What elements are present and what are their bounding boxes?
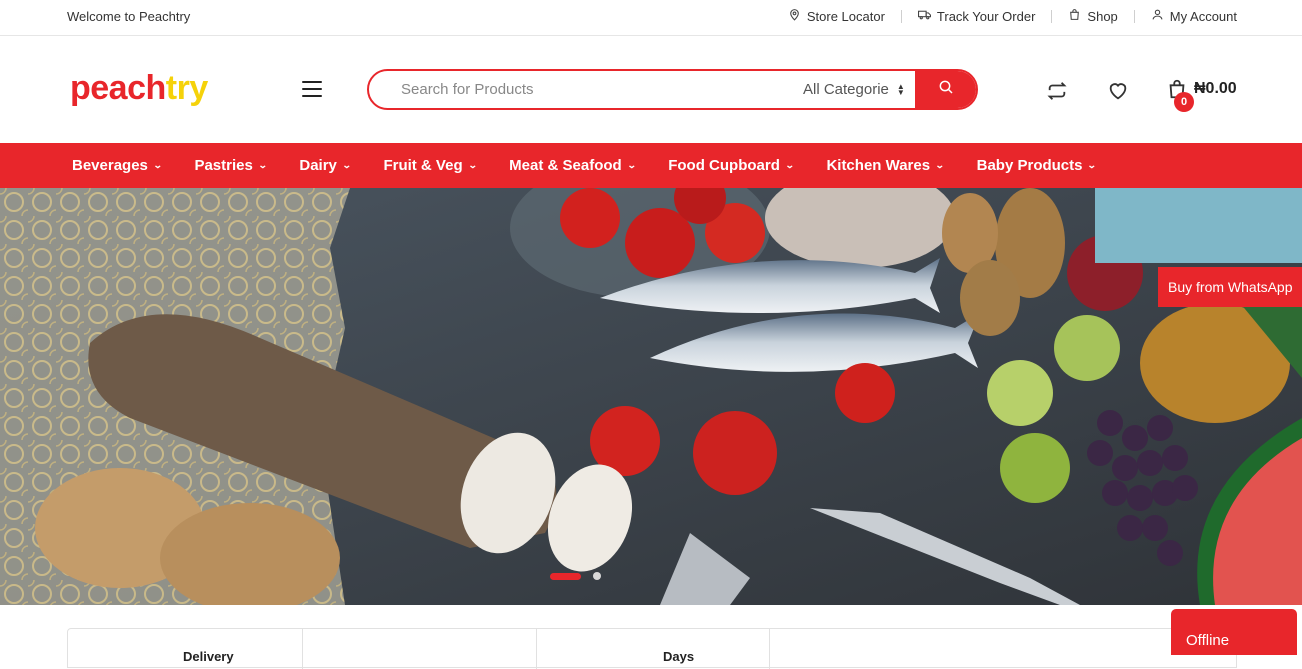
- hero-slider[interactable]: [0, 188, 1302, 605]
- shop-label: Shop: [1087, 8, 1118, 24]
- chevron-down-icon: ⌄: [257, 160, 268, 170]
- divider: [769, 629, 770, 669]
- divider: [1051, 9, 1053, 23]
- nav-item-food-cupboard[interactable]: Food Cupboard ⌄: [668, 157, 795, 174]
- my-account-label: My Account: [1169, 8, 1237, 24]
- nav-item-label: Kitchen Wares: [826, 157, 931, 174]
- logo-text-try: try: [165, 69, 208, 107]
- features-box: Delivery Days: [67, 628, 1237, 669]
- store-locator-label: Store Locator: [806, 8, 885, 24]
- cart-total[interactable]: ₦0.00: [1194, 80, 1237, 98]
- nav-item-fruit-veg[interactable]: Fruit & Veg ⌄: [383, 157, 478, 174]
- slider-dot-active[interactable]: [550, 572, 581, 580]
- feature-days: Days: [663, 649, 695, 664]
- chevron-down-icon: ⌄: [1087, 160, 1098, 170]
- chevron-down-icon: ⌄: [467, 160, 478, 170]
- track-order-label: Track Your Order: [936, 8, 1036, 24]
- store-locator-link[interactable]: Store Locator: [788, 8, 885, 24]
- feature-delivery: Delivery: [183, 649, 234, 664]
- slider-dot[interactable]: [593, 572, 601, 580]
- menu-icon[interactable]: [302, 81, 322, 97]
- cart-count-badge: 0: [1174, 92, 1194, 112]
- shopping-bag-icon: [1068, 8, 1081, 24]
- slider-pagination: [550, 572, 601, 580]
- chevron-down-icon: ⌄: [934, 160, 945, 170]
- buy-from-whatsapp-button[interactable]: Buy from WhatsApp: [1158, 267, 1302, 307]
- nav-item-pastries[interactable]: Pastries ⌄: [194, 157, 268, 174]
- category-nav: Beverages ⌄ Pastries ⌄ Dairy ⌄ Fruit & Veg ⌄…: [0, 143, 1302, 188]
- divider: [900, 9, 902, 23]
- search-input[interactable]: [369, 71, 785, 108]
- category-select[interactable]: All Categorie ▲ ▼: [785, 71, 915, 108]
- user-icon: [1151, 8, 1164, 24]
- nav-item-label: Meat & Seafood: [509, 157, 622, 174]
- site-header: peachtry All Categorie ▲▼: [0, 36, 1302, 143]
- top-bar: Welcome to Peachtry Store Locator Track …: [0, 0, 1302, 36]
- nav-item-label: Baby Products: [976, 157, 1083, 174]
- chevron-down-icon: ⌄: [784, 160, 795, 170]
- category-select-value: All Categorie: [803, 81, 889, 98]
- divider: [302, 629, 303, 669]
- top-links: Store Locator Track Your Order Shop My A…: [788, 8, 1237, 24]
- nav-item-beverages[interactable]: Beverages ⌄: [72, 157, 163, 174]
- chat-offline-button[interactable]: Offline: [1171, 609, 1297, 655]
- shop-link[interactable]: Shop: [1068, 8, 1118, 24]
- nav-item-meat-seafood[interactable]: Meat & Seafood ⌄: [509, 157, 637, 174]
- wishlist-heart-icon[interactable]: [1107, 80, 1129, 107]
- divider: [536, 629, 537, 669]
- map-pin-icon: [788, 8, 801, 24]
- divider: [1133, 9, 1135, 23]
- site-logo[interactable]: peachtry: [70, 69, 208, 108]
- hero-food-image: [0, 188, 1302, 605]
- nav-item-label: Food Cupboard: [668, 157, 780, 174]
- chevron-down-icon: ⌄: [626, 160, 637, 170]
- nav-item-kitchen-wares[interactable]: Kitchen Wares ⌄: [826, 157, 945, 174]
- chevron-down-icon: ⌄: [152, 160, 163, 170]
- truck-icon: [917, 8, 931, 24]
- welcome-text: Welcome to Peachtry: [67, 9, 191, 24]
- nav-item-label: Pastries: [194, 157, 253, 174]
- logo-text-peach: peach: [70, 69, 166, 107]
- search-bar: All Categorie ▲▼: [367, 69, 978, 110]
- compare-icon[interactable]: [1046, 80, 1068, 107]
- chevron-down-icon: ⌄: [341, 160, 352, 170]
- my-account-link[interactable]: My Account: [1151, 8, 1237, 24]
- sort-arrows-icon: ▲ ▼: [896, 81, 905, 97]
- nav-item-baby-products[interactable]: Baby Products ⌄: [976, 157, 1098, 174]
- nav-item-label: Beverages: [72, 157, 148, 174]
- nav-item-label: Fruit & Veg: [383, 157, 463, 174]
- search-button[interactable]: [915, 71, 976, 108]
- track-order-link[interactable]: Track Your Order: [917, 8, 1036, 24]
- search-icon: [938, 79, 954, 100]
- nav-item-label: Dairy: [299, 157, 337, 174]
- nav-item-dairy[interactable]: Dairy ⌄: [299, 157, 352, 174]
